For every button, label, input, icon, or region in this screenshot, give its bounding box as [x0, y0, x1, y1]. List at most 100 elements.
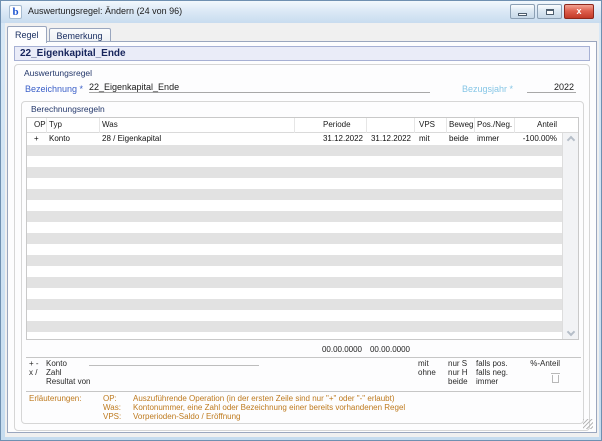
note-text-was: Kontonummer, eine Zahl oder Bezeichnung … [133, 403, 406, 412]
legend-posneg-3: immer [476, 377, 499, 386]
table-row[interactable]: + Konto 28 / Eigenkapital 31.12.2022 31.… [27, 133, 562, 145]
table-header-row: OP Typ Was Periode VPS Beweg. Pos./Neg. … [27, 118, 578, 133]
legend-row-1: + - Konto mit nur S falls pos. %-Anteil [26, 359, 579, 368]
col-periode-bis [367, 118, 415, 133]
col-beweg: Beweg. [447, 118, 475, 133]
table-row-empty[interactable] [27, 145, 562, 156]
col-was: Was [100, 118, 295, 133]
table-row-empty[interactable] [27, 167, 562, 178]
legend-beweg-3: beide [448, 377, 468, 386]
table-row-empty[interactable] [27, 255, 562, 266]
table-row-empty[interactable] [27, 332, 562, 339]
notes-section: Erläuterungen: OP: Auszuführende Operati… [26, 394, 579, 421]
legend-beweg-1: nur S [448, 359, 468, 368]
note-term-op: OP: [103, 394, 117, 403]
group-auswertungsregel-label: Auswertungsregel [24, 68, 93, 78]
window-title: Auswertungsregel: Ändern (24 von 96) [28, 6, 183, 16]
table-empty-rows [27, 145, 578, 339]
legend-posneg-1: falls pos. [476, 359, 508, 368]
table-body: + Konto 28 / Eigenkapital 31.12.2022 31.… [27, 133, 578, 339]
legend-vps-3 [418, 377, 448, 386]
table-row-empty[interactable] [27, 189, 562, 200]
app-icon: b [9, 5, 22, 19]
table-row-empty[interactable] [27, 321, 562, 332]
note-row-2: Was: Kontonummer, eine Zahl oder Bezeich… [26, 403, 579, 412]
delete-icon[interactable] [551, 373, 560, 383]
legend-row-3: Resultat von beide immer [26, 377, 579, 386]
legend-beweg-2: nur H [448, 368, 468, 377]
table-scrollbar[interactable] [562, 133, 578, 339]
col-anteil: Anteil [536, 120, 557, 129]
bezeichnung-label: Bezeichnung * [25, 84, 84, 94]
legend-op-3 [26, 377, 46, 386]
table-row-empty[interactable] [27, 244, 562, 255]
bezugsjahr-input[interactable]: 2022 [527, 82, 576, 93]
was-input-underline[interactable] [88, 359, 259, 366]
legend-vps-2: ohne [418, 368, 436, 377]
table-row-empty[interactable] [27, 156, 562, 167]
close-icon: x [576, 6, 582, 16]
periode-von-field[interactable]: 00.00.0000 [294, 344, 366, 356]
table-row-empty[interactable] [27, 299, 562, 310]
separator-top [26, 357, 581, 358]
table-row-empty[interactable] [27, 288, 562, 299]
table-row-empty[interactable] [27, 222, 562, 233]
col-op: OP [27, 118, 47, 133]
totals-row: 00.00.0000 00.00.0000 [26, 344, 579, 356]
resize-grip[interactable] [583, 419, 593, 429]
tab-regel[interactable]: Regel [7, 26, 47, 43]
legend-row-2: x / Zahl ohne nur H falls neg. [26, 368, 579, 377]
periode-bis-field[interactable]: 00.00.0000 [366, 344, 414, 356]
legend-op-2: x / [29, 368, 38, 377]
titlebar[interactable]: b Auswertungsregel: Ändern (24 von 96) x [1, 1, 601, 23]
scroll-up-icon[interactable] [566, 135, 575, 145]
client-area: Regel Bemerkung 22_Eigenkapital_Ende Aus… [5, 23, 599, 437]
cell-beweg: beide [449, 134, 469, 143]
notes-label: Erläuterungen: [29, 394, 82, 403]
group-auswertungsregel: Auswertungsregel Bezeichnung * 22_Eigenk… [14, 64, 590, 431]
table-row-empty[interactable] [27, 310, 562, 321]
legend-was-1: Konto [46, 359, 418, 368]
cell-periode-von: 31.12.2022 [322, 134, 363, 143]
close-button[interactable]: x [564, 4, 594, 19]
scroll-down-icon[interactable] [566, 327, 576, 337]
legend-op-1: + - [29, 359, 39, 368]
column-legend: + - Konto mit nur S falls pos. %-Anteil … [26, 359, 579, 386]
legend-was-3-label: Resultat von [46, 377, 91, 386]
table-row-empty[interactable] [27, 266, 562, 277]
tab-page-regel: 22_Eigenkapital_Ende Auswertungsregel Be… [7, 41, 597, 433]
col-periode: Periode [295, 118, 367, 133]
table-row-empty[interactable] [27, 233, 562, 244]
table-row-empty[interactable] [27, 200, 562, 211]
note-text-op: Auszuführende Operation (in der ersten Z… [133, 394, 395, 403]
rule-name-header: 22_Eigenkapital_Ende [14, 46, 590, 61]
minimize-icon [518, 13, 527, 16]
minimize-button[interactable] [510, 4, 535, 19]
separator-bottom [26, 391, 581, 392]
maximize-button[interactable] [537, 4, 562, 19]
table-row-empty[interactable] [27, 277, 562, 288]
cell-was: 28 / Eigenkapital [102, 134, 162, 143]
dialog-window: b Auswertungsregel: Ändern (24 von 96) x… [0, 0, 602, 441]
group-berechnungsregeln: Berechnungsregeln OP Typ Was Periode VPS… [21, 101, 584, 424]
col-typ: Typ [47, 118, 100, 133]
cell-op: + [34, 134, 39, 143]
cell-posneg: immer [477, 134, 500, 143]
cell-vps: mit [419, 134, 430, 143]
legend-was-1-label: Konto [46, 359, 67, 368]
note-term-was: Was: [103, 403, 121, 412]
col-posneg: Pos./Neg. [475, 118, 515, 133]
legend-was-2-label: Zahl [46, 368, 62, 377]
table-row-empty[interactable] [27, 211, 562, 222]
group-berechnungsregeln-label: Berechnungsregeln [31, 104, 105, 114]
note-row-3: VPS: Vorperioden-Saldo / Eröffnung [26, 412, 579, 421]
col-vps: VPS [415, 118, 447, 133]
note-row-1: Erläuterungen: OP: Auszuführende Operati… [26, 394, 579, 403]
bezeichnung-input[interactable]: 22_Eigenkapital_Ende [89, 82, 430, 93]
legend-posneg-2: falls neg. [476, 368, 509, 377]
legend-anteil-1: %-Anteil [530, 359, 560, 368]
cell-periode-bis: 31.12.2022 [370, 134, 411, 143]
table-row-empty[interactable] [27, 178, 562, 189]
cell-typ: Konto [49, 134, 70, 143]
maximize-icon [546, 9, 554, 15]
